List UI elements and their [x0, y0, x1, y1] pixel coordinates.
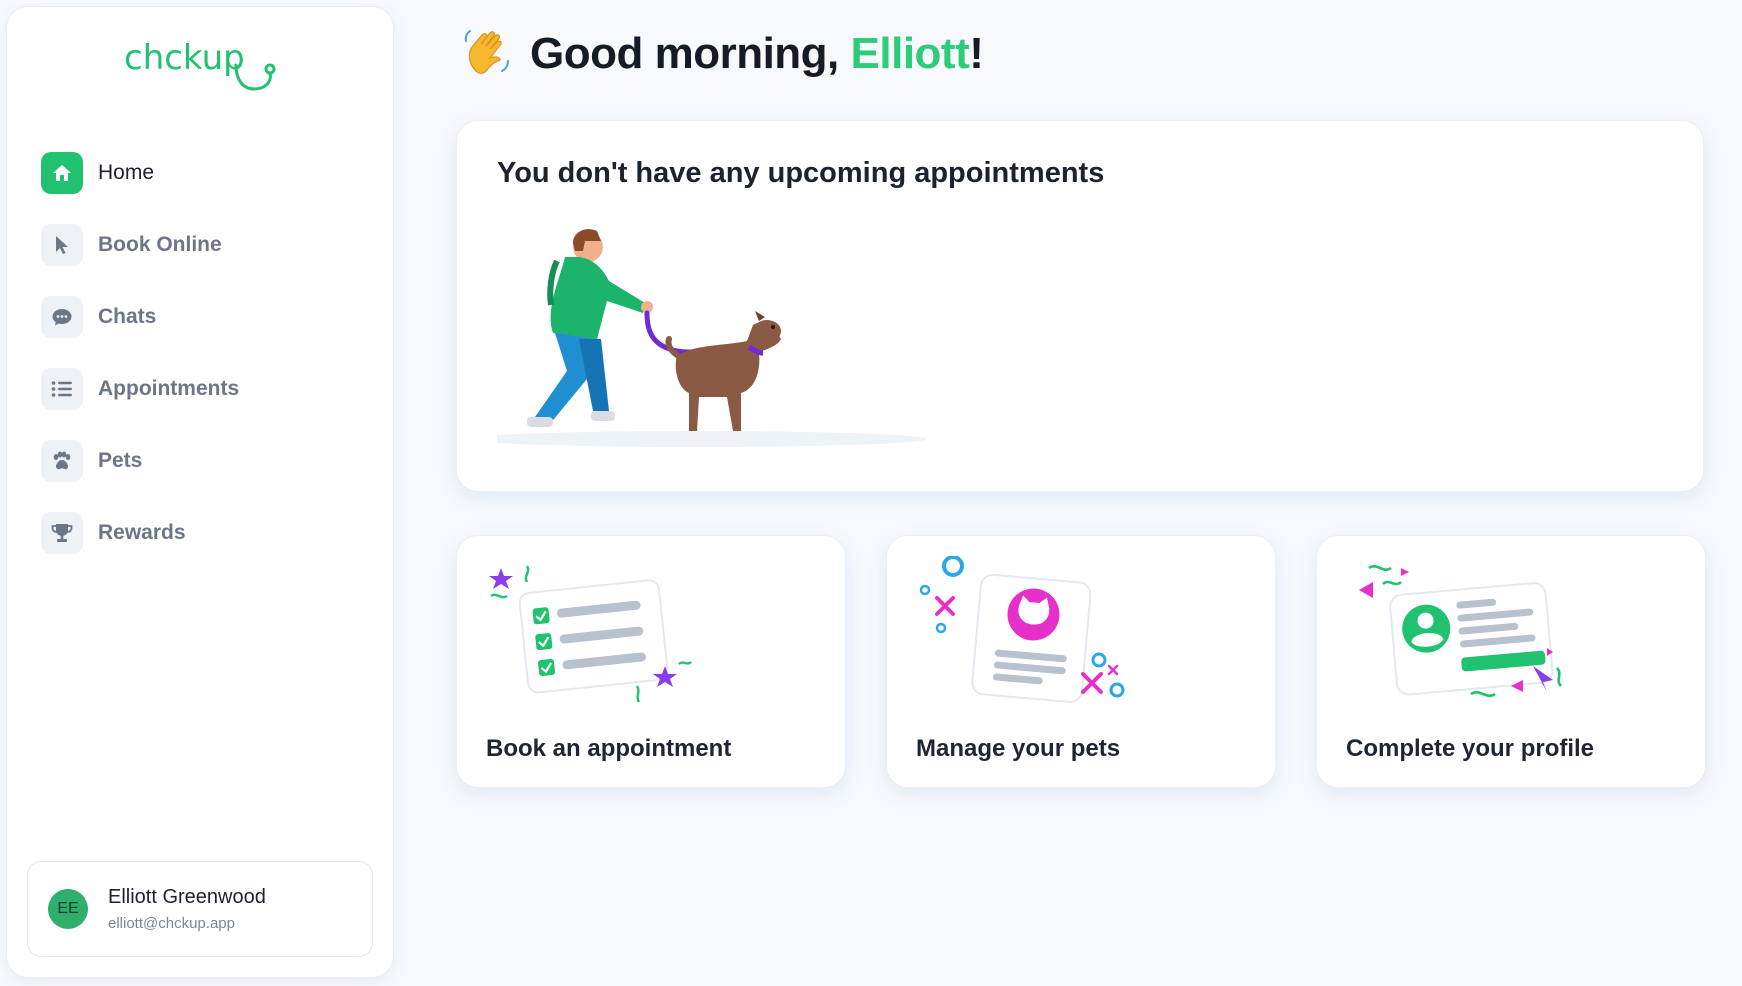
- manage-pets-card[interactable]: Manage your pets: [886, 535, 1276, 788]
- complete-profile-label: Complete your profile: [1346, 735, 1595, 762]
- trophy-icon: [41, 512, 83, 554]
- sidebar-item-label: Rewards: [98, 521, 186, 544]
- chat-bubble-icon: [41, 296, 83, 338]
- checklist-illustration-icon: [487, 556, 697, 711]
- dog-walking-illustration: [467, 221, 937, 466]
- greeting-name: Elliott: [850, 29, 970, 78]
- home-icon: [41, 152, 83, 194]
- book-appointment-label: Book an appointment: [486, 735, 732, 762]
- user-profile-card[interactable]: EE Elliott Greenwood elliott@chckup.app: [27, 861, 373, 957]
- sidebar-nav: Home Book Online Chats Appointments Pets: [41, 137, 373, 569]
- cursor-icon: [41, 224, 83, 266]
- sidebar: chckup Home Book Online Chats Appointmen…: [6, 6, 394, 978]
- list-icon: [41, 368, 83, 410]
- user-email: elliott@chckup.app: [108, 915, 235, 932]
- profile-card-illustration-icon: [1347, 556, 1567, 711]
- sidebar-item-label: Pets: [98, 449, 143, 472]
- sidebar-item-label: Book Online: [98, 233, 222, 256]
- sidebar-item-home[interactable]: Home: [41, 137, 373, 209]
- sidebar-item-label: Appointments: [98, 377, 240, 400]
- sidebar-item-pets[interactable]: Pets: [41, 425, 373, 497]
- greeting-prefix: Good morning,: [530, 29, 851, 78]
- sidebar-item-appointments[interactable]: Appointments: [41, 353, 373, 425]
- manage-pets-label: Manage your pets: [916, 735, 1121, 762]
- pet-profile-illustration-icon: [917, 555, 1137, 711]
- sidebar-item-label: Home: [98, 161, 155, 184]
- chckup-logo[interactable]: chckup: [7, 35, 393, 105]
- sidebar-item-rewards[interactable]: Rewards: [41, 497, 373, 569]
- book-appointment-card[interactable]: Book an appointment: [456, 535, 846, 788]
- sidebar-item-label: Chats: [98, 305, 157, 328]
- greeting-suffix: !: [969, 29, 984, 78]
- logo-wordmark: chckup: [124, 38, 276, 91]
- complete-profile-card[interactable]: Complete your profile: [1316, 535, 1706, 788]
- paw-icon: [41, 440, 83, 482]
- user-name: Elliott Greenwood: [108, 886, 266, 908]
- page-title: Good morning, Elliott!: [530, 29, 984, 79]
- avatar: EE: [48, 889, 88, 929]
- upcoming-appointments-card: You don't have any upcoming appointments: [456, 120, 1704, 492]
- waving-hand-icon: [462, 27, 512, 82]
- empty-appointments-message: You don't have any upcoming appointments: [497, 157, 1105, 189]
- greeting-header: Good morning, Elliott!: [462, 26, 984, 82]
- sidebar-item-chats[interactable]: Chats: [41, 281, 373, 353]
- logo-text: chckup: [124, 38, 245, 78]
- sidebar-item-book-online[interactable]: Book Online: [41, 209, 373, 281]
